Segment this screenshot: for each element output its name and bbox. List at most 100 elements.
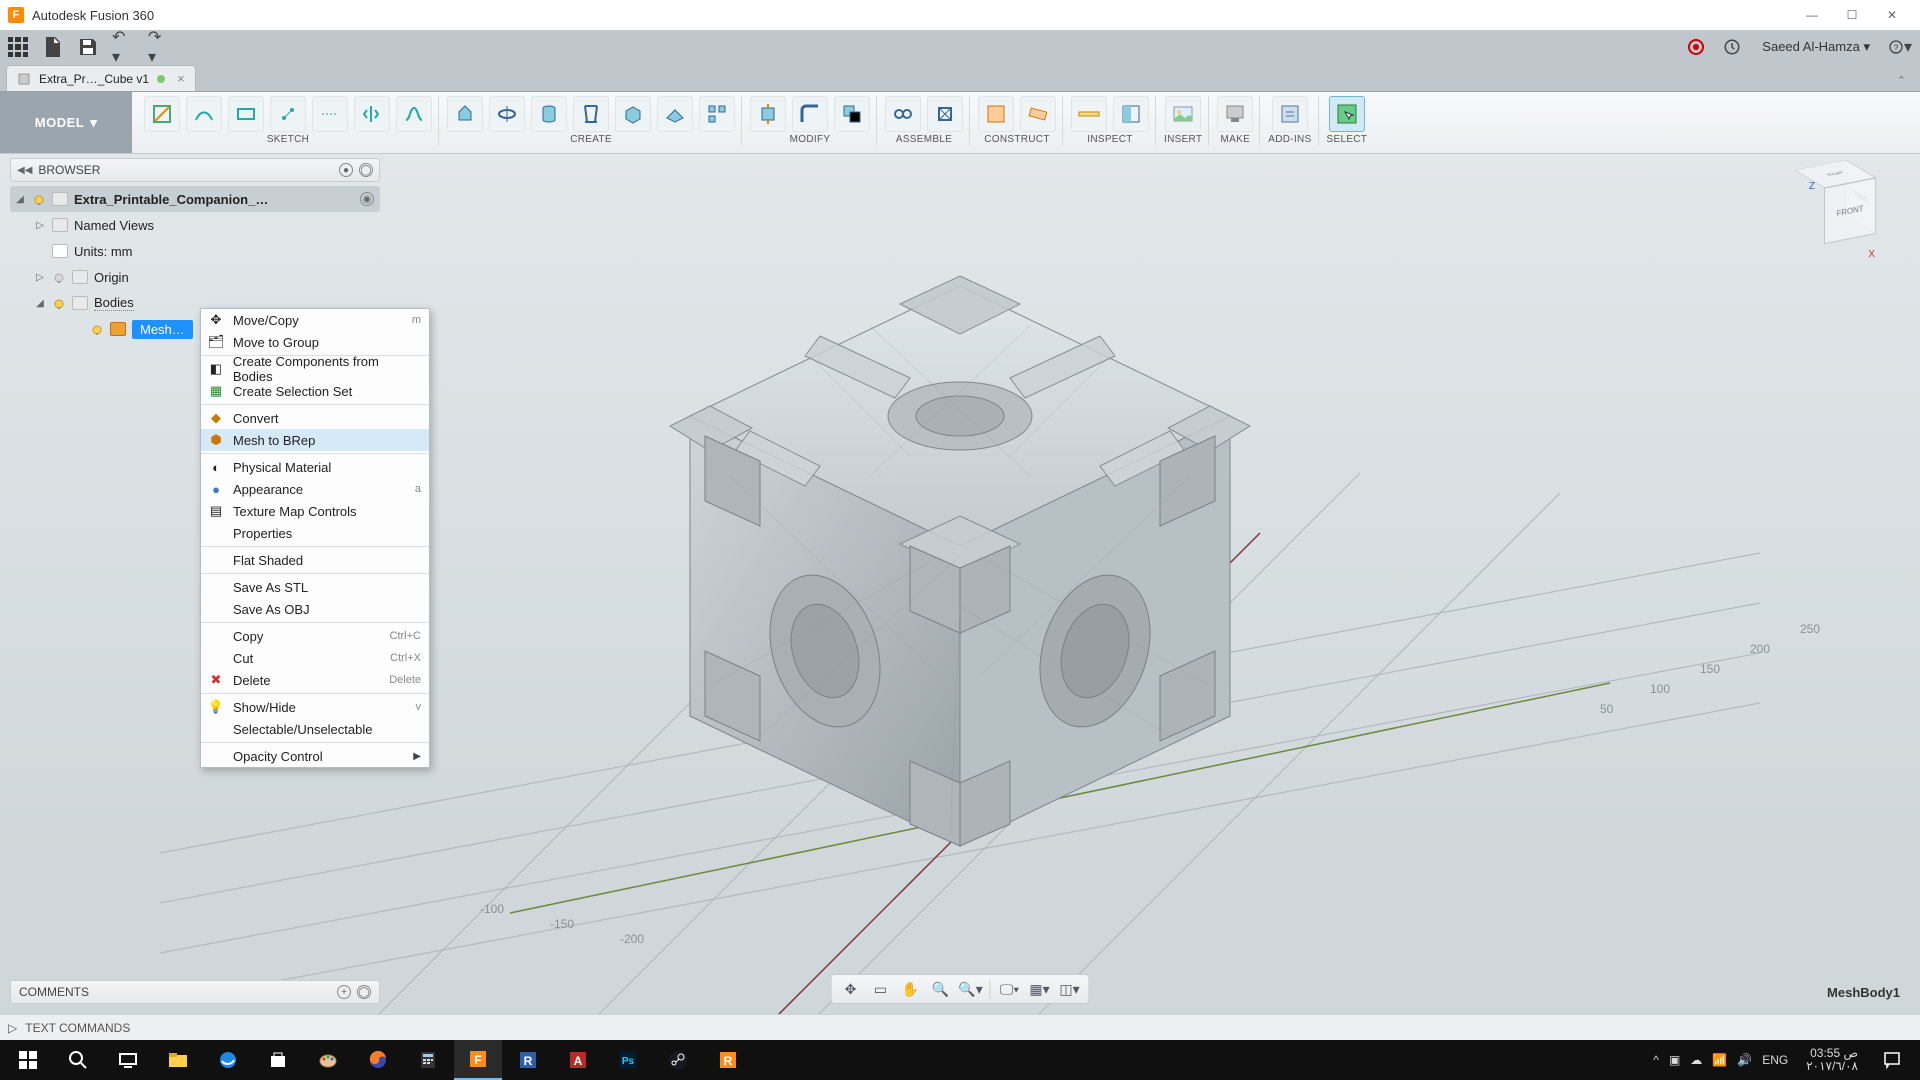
search-icon[interactable]: [54, 1040, 102, 1080]
orbit-icon[interactable]: ✥: [838, 977, 864, 1001]
activate-icon[interactable]: ◉: [360, 192, 374, 206]
menu-cut[interactable]: CutCtrl+X: [201, 647, 429, 669]
tree-origin[interactable]: ▷ Origin: [10, 264, 380, 290]
as-built-joint-icon[interactable]: [927, 96, 963, 132]
maximize-button[interactable]: ☐: [1832, 1, 1872, 29]
start-button[interactable]: [4, 1040, 52, 1080]
menu-texture-map[interactable]: ▤Texture Map Controls: [201, 500, 429, 522]
browser-header[interactable]: ◀◀ BROWSER ● ◯: [10, 158, 380, 182]
fillet-icon[interactable]: [792, 96, 828, 132]
visibility-icon[interactable]: [52, 270, 66, 284]
close-button[interactable]: ✕: [1872, 1, 1912, 29]
revolve-icon[interactable]: [489, 96, 525, 132]
menu-flat-shaded[interactable]: Flat Shaded: [201, 549, 429, 571]
sweep-icon[interactable]: [657, 96, 693, 132]
viewcube-front[interactable]: FRONT: [1824, 178, 1876, 245]
tray-overflow-icon[interactable]: ^: [1653, 1053, 1659, 1067]
arc-tool-icon[interactable]: [312, 96, 348, 132]
expand-ribbon-icon[interactable]: ⌃: [1889, 70, 1914, 91]
user-menu[interactable]: Saeed Al-Hamza ▾: [1756, 39, 1876, 55]
menu-copy[interactable]: CopyCtrl+C: [201, 625, 429, 647]
menu-selectable[interactable]: Selectable/Unselectable: [201, 718, 429, 740]
volume-icon[interactable]: 🔊: [1737, 1053, 1752, 1067]
joint-icon[interactable]: [885, 96, 921, 132]
pan-icon[interactable]: ✋: [898, 977, 924, 1001]
tray-app-icon[interactable]: ▣: [1669, 1053, 1680, 1067]
edge-icon[interactable]: [204, 1040, 252, 1080]
viewport-layout-icon[interactable]: ◫▾: [1057, 977, 1083, 1001]
task-view-icon[interactable]: [104, 1040, 152, 1080]
model-companion-cube[interactable]: [610, 256, 1310, 876]
view-cube[interactable]: FRONT RIGHT TOP Z X: [1790, 164, 1880, 254]
measure-icon[interactable]: [1071, 96, 1107, 132]
menu-opacity-control[interactable]: Opacity Control▶: [201, 745, 429, 767]
display-settings-icon[interactable]: 🖵▾: [997, 977, 1023, 1001]
cylinder-icon[interactable]: [531, 96, 567, 132]
box-icon[interactable]: [615, 96, 651, 132]
steam-icon[interactable]: [654, 1040, 702, 1080]
print-3d-icon[interactable]: [1217, 96, 1253, 132]
language-indicator[interactable]: ENG: [1762, 1053, 1788, 1067]
store-icon[interactable]: [254, 1040, 302, 1080]
expand-icon[interactable]: ◢: [14, 194, 26, 205]
grid-settings-icon[interactable]: ▦▾: [1027, 977, 1053, 1001]
select-tool-icon[interactable]: [1329, 96, 1365, 132]
zoom-icon[interactable]: 🔍: [928, 977, 954, 1001]
menu-save-stl[interactable]: Save As STL: [201, 576, 429, 598]
axis-icon[interactable]: [1020, 96, 1056, 132]
menu-move-to-group[interactable]: 🗂Move to Group: [201, 331, 429, 353]
autocad-icon[interactable]: A: [554, 1040, 602, 1080]
menu-appearance[interactable]: ●Appearancea: [201, 478, 429, 500]
revit-icon[interactable]: R: [504, 1040, 552, 1080]
tree-named-views[interactable]: ▷ Named Views: [10, 212, 380, 238]
firefox-icon[interactable]: [354, 1040, 402, 1080]
pattern-icon[interactable]: [699, 96, 735, 132]
menu-create-components[interactable]: ◧Create Components from Bodies: [201, 358, 429, 380]
visibility-icon[interactable]: [32, 192, 46, 206]
network-icon[interactable]: 📶: [1712, 1053, 1727, 1067]
insert-decal-icon[interactable]: [1165, 96, 1201, 132]
extrude-icon[interactable]: [447, 96, 483, 132]
browser-settings-icon[interactable]: ●: [339, 163, 353, 177]
menu-convert[interactable]: ◆Convert: [201, 407, 429, 429]
expand-icon[interactable]: ▷: [34, 272, 46, 283]
plane-icon[interactable]: [978, 96, 1014, 132]
expand-icon[interactable]: ◢: [34, 298, 46, 309]
record-icon[interactable]: [1684, 35, 1708, 59]
menu-show-hide[interactable]: 💡Show/Hidev: [201, 696, 429, 718]
menu-move-copy[interactable]: ✥Move/Copym: [201, 309, 429, 331]
system-tray[interactable]: ^ ▣ ☁ 📶 🔊 ENG: [1645, 1053, 1796, 1067]
minimize-button[interactable]: —: [1792, 1, 1832, 29]
action-center-icon[interactable]: [1868, 1040, 1916, 1080]
menu-delete[interactable]: ✖DeleteDelete: [201, 669, 429, 691]
workspace-switcher[interactable]: MODEL▾: [0, 92, 132, 153]
taskbar-clock[interactable]: 03:55 ص ٢٠١٧/٦/٠٨: [1798, 1047, 1866, 1073]
look-at-icon[interactable]: ▭: [868, 977, 894, 1001]
fit-icon[interactable]: 🔍▾: [958, 977, 984, 1001]
tree-root[interactable]: ◢ Extra_Printable_Companion_… ◉: [10, 186, 380, 212]
rectangle-tool-icon[interactable]: [228, 96, 264, 132]
add-comment-icon[interactable]: +: [337, 985, 351, 999]
text-commands-bar[interactable]: ▷ TEXT COMMANDS: [0, 1014, 1920, 1040]
comments-settings-icon[interactable]: ◯: [357, 985, 371, 999]
collapse-browser-icon[interactable]: ◀◀: [17, 165, 32, 176]
menu-mesh-to-brep[interactable]: ⬢Mesh to BRep: [201, 429, 429, 451]
save-icon[interactable]: [76, 35, 100, 59]
redo-icon[interactable]: ↷ ▾: [148, 35, 172, 59]
menu-properties[interactable]: Properties: [201, 522, 429, 544]
photoshop-icon[interactable]: Ps: [604, 1040, 652, 1080]
spline-tool-icon[interactable]: [396, 96, 432, 132]
visibility-icon[interactable]: [90, 322, 104, 336]
remake-icon[interactable]: R: [704, 1040, 752, 1080]
comments-panel[interactable]: COMMENTS + ◯: [10, 980, 380, 1004]
menu-physical-material[interactable]: ◐Physical Material: [201, 456, 429, 478]
loft-icon[interactable]: [573, 96, 609, 132]
section-icon[interactable]: [1113, 96, 1149, 132]
press-pull-icon[interactable]: [750, 96, 786, 132]
new-file-icon[interactable]: [40, 35, 64, 59]
tree-units[interactable]: Units: mm: [10, 238, 380, 264]
mirror-tool-icon[interactable]: [354, 96, 390, 132]
data-panel-icon[interactable]: [8, 37, 28, 57]
expand-icon[interactable]: ▷: [34, 220, 46, 231]
circle-tool-icon[interactable]: [270, 96, 306, 132]
